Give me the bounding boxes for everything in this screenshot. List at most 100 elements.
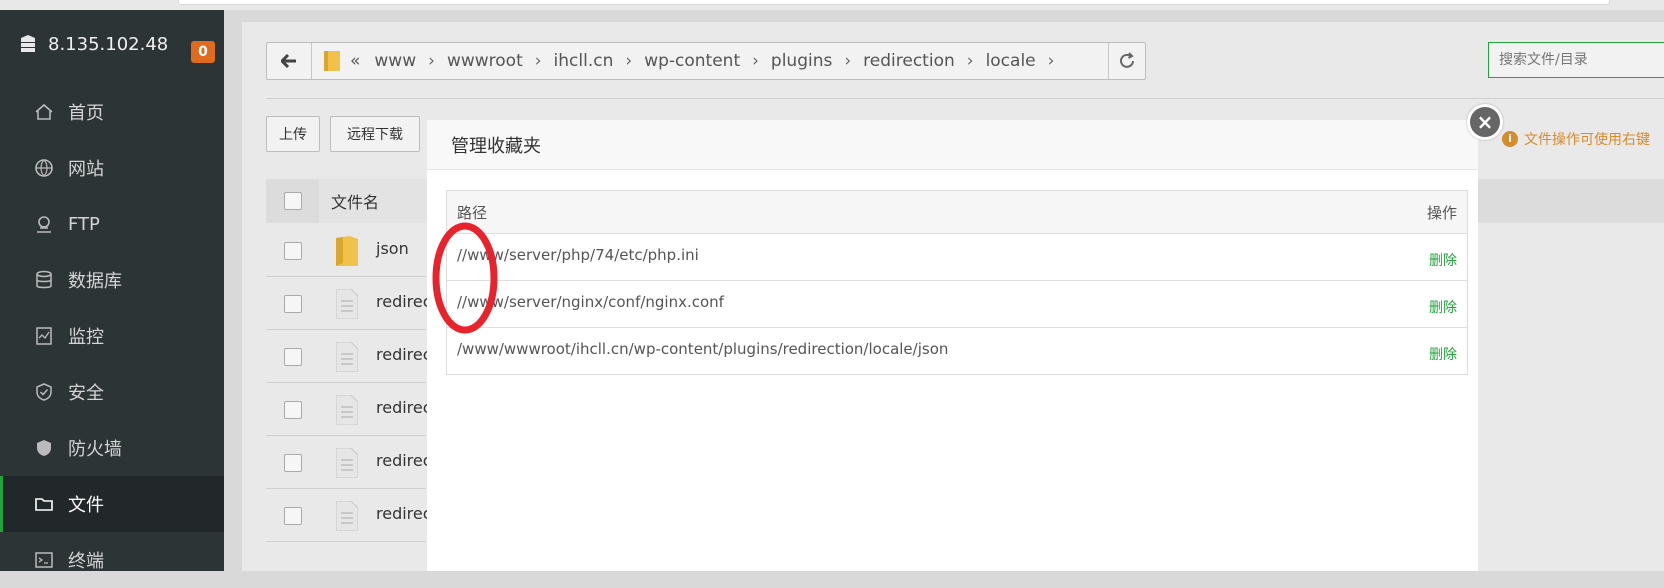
delete-link[interactable]: 删除 (1429, 297, 1457, 317)
sidebar-item-8[interactable]: 终端 (0, 532, 224, 588)
chevron-right-icon: › (844, 51, 852, 71)
server-icon (21, 35, 35, 52)
breadcrumb-item[interactable]: wp-content (644, 51, 740, 71)
close-icon: × (1476, 110, 1494, 134)
row-checkbox[interactable] (284, 348, 302, 366)
search-input[interactable] (1488, 42, 1664, 78)
sidebar-item-2[interactable]: FTP (0, 196, 224, 252)
sidebar-item-label: 监控 (68, 327, 104, 348)
notification-badge[interactable]: 0 (191, 41, 215, 63)
terminal-icon (34, 550, 54, 570)
row-checkbox[interactable] (284, 507, 302, 525)
sidebar-item-label: 首页 (68, 103, 104, 124)
file-row[interactable]: redirect (266, 382, 438, 438)
divider (266, 98, 1664, 99)
breadcrumb-item[interactable]: locale (986, 51, 1036, 71)
sidebar-item-6[interactable]: 防火墙 (0, 420, 224, 476)
sidebar: 8.135.102.48 0 首页网站 FTP 数据库监控安全防火墙文件终端 (0, 10, 224, 572)
browser-top-strip (0, 0, 1664, 10)
favorite-path[interactable]: //www/server/php/74/etc/php.ini (446, 233, 1376, 281)
chevron-right-icon: › (1047, 51, 1055, 71)
breadcrumb-item[interactable]: plugins (771, 51, 832, 71)
tip-text: i 文件操作可使用右键 (1502, 129, 1650, 149)
favorites-table-header: 路径 操作 (446, 190, 1468, 234)
row-checkbox[interactable] (284, 242, 302, 260)
column-header-path: 路径 (446, 190, 1376, 234)
server-ip: 8.135.102.48 (48, 33, 169, 55)
browser-address-edge (178, 0, 1610, 5)
favorite-path[interactable]: /www/wwwroot/ihcll.cn/wp-content/plugins… (446, 327, 1376, 375)
info-icon: i (1502, 131, 1518, 147)
folder-icon (336, 236, 358, 266)
file-icon (335, 447, 359, 479)
modal-title: 管理收藏夹 (427, 120, 1478, 170)
refresh-icon (1120, 52, 1134, 68)
file-row[interactable]: redirect (266, 276, 438, 332)
sidebar-item-label: 防火墙 (68, 439, 122, 460)
file-row[interactable]: redirect (266, 329, 438, 385)
sidebar-item-5[interactable]: 安全 (0, 364, 224, 420)
sidebar-item-label: 数据库 (68, 271, 122, 292)
sidebar-item-7[interactable]: 文件 (0, 476, 224, 532)
sidebar-item-0[interactable]: 首页 (0, 84, 224, 140)
sidebar-item-4[interactable]: 监控 (0, 308, 224, 364)
close-modal-button[interactable]: × (1467, 104, 1503, 140)
sidebar-item-label: 网站 (68, 159, 104, 180)
file-name[interactable]: json (376, 239, 409, 258)
favorite-row: //www/server/php/74/etc/php.ini 删除 (446, 233, 1468, 281)
monitor-icon (34, 326, 54, 346)
refresh-button[interactable] (1108, 43, 1145, 79)
chevron-right-icon: › (428, 51, 435, 71)
select-all-checkbox[interactable] (284, 192, 302, 210)
firewall-icon (34, 438, 54, 458)
delete-link[interactable]: 删除 (1429, 250, 1457, 270)
breadcrumb-item[interactable]: wwwroot (447, 51, 523, 71)
favorite-action-cell: 删除 (1375, 327, 1468, 375)
column-header-name-label: 文件名 (331, 193, 380, 212)
globe-icon (34, 158, 54, 178)
favorites-modal: 管理收藏夹 路径 操作 //www/server/php/74/etc/php.… (427, 120, 1478, 571)
file-row[interactable]: redirect (266, 435, 438, 491)
file-icon (335, 288, 359, 320)
breadcrumb-item[interactable]: www (374, 51, 416, 71)
path-bar[interactable]: « www › wwwroot › ihcll.cn › wp-content › plugin… (266, 42, 1146, 80)
sidebar-item-label: 文件 (68, 495, 104, 516)
favorite-action-cell: 删除 (1375, 280, 1468, 328)
double-chevron-left-icon[interactable]: « (350, 51, 360, 71)
breadcrumb-item[interactable]: ihcll.cn (554, 51, 614, 71)
delete-link[interactable]: 删除 (1429, 344, 1457, 364)
chevron-right-icon: › (534, 51, 542, 71)
row-checkbox[interactable] (284, 401, 302, 419)
file-row[interactable]: redirect (266, 488, 438, 544)
row-divider (266, 541, 426, 542)
sidebar-item-label: 安全 (68, 383, 104, 404)
shield-check-icon (34, 382, 54, 402)
sidebar-nav: 首页网站 FTP 数据库监控安全防火墙文件终端 (0, 84, 224, 588)
favorite-action-cell: 删除 (1375, 233, 1468, 281)
file-row[interactable]: json (266, 223, 426, 279)
remote-download-button[interactable]: 远程下载 (330, 116, 420, 152)
column-header-action: 操作 (1375, 190, 1468, 234)
breadcrumb: www › wwwroot › ihcll.cn › wp-content › plugins ›… (370, 51, 1062, 71)
favorite-row: //www/server/nginx/conf/nginx.conf 删除 (446, 280, 1468, 328)
favorite-path[interactable]: //www/server/nginx/conf/nginx.conf (446, 280, 1376, 328)
back-button[interactable] (267, 43, 312, 79)
breadcrumb-item[interactable]: redirection (863, 51, 955, 71)
row-checkbox[interactable] (284, 295, 302, 313)
upload-button[interactable]: 上传 (266, 116, 320, 152)
arrow-left-icon (281, 54, 296, 68)
chevron-right-icon: › (625, 51, 633, 71)
sidebar-item-label: 终端 (68, 551, 104, 572)
chevron-right-icon: › (752, 51, 759, 71)
sidebar-item-1[interactable]: 网站 (0, 140, 224, 196)
row-checkbox[interactable] (284, 454, 302, 472)
sidebar-item-3[interactable]: 数据库 (0, 252, 224, 308)
file-icon (335, 500, 359, 532)
tip-label: 文件操作可使用右键 (1524, 132, 1650, 148)
folder-icon (34, 494, 54, 514)
server-info: 8.135.102.48 (18, 30, 168, 58)
folder-icon (324, 51, 340, 71)
database-icon (34, 270, 54, 290)
file-icon (335, 341, 359, 373)
home-icon (34, 102, 54, 122)
